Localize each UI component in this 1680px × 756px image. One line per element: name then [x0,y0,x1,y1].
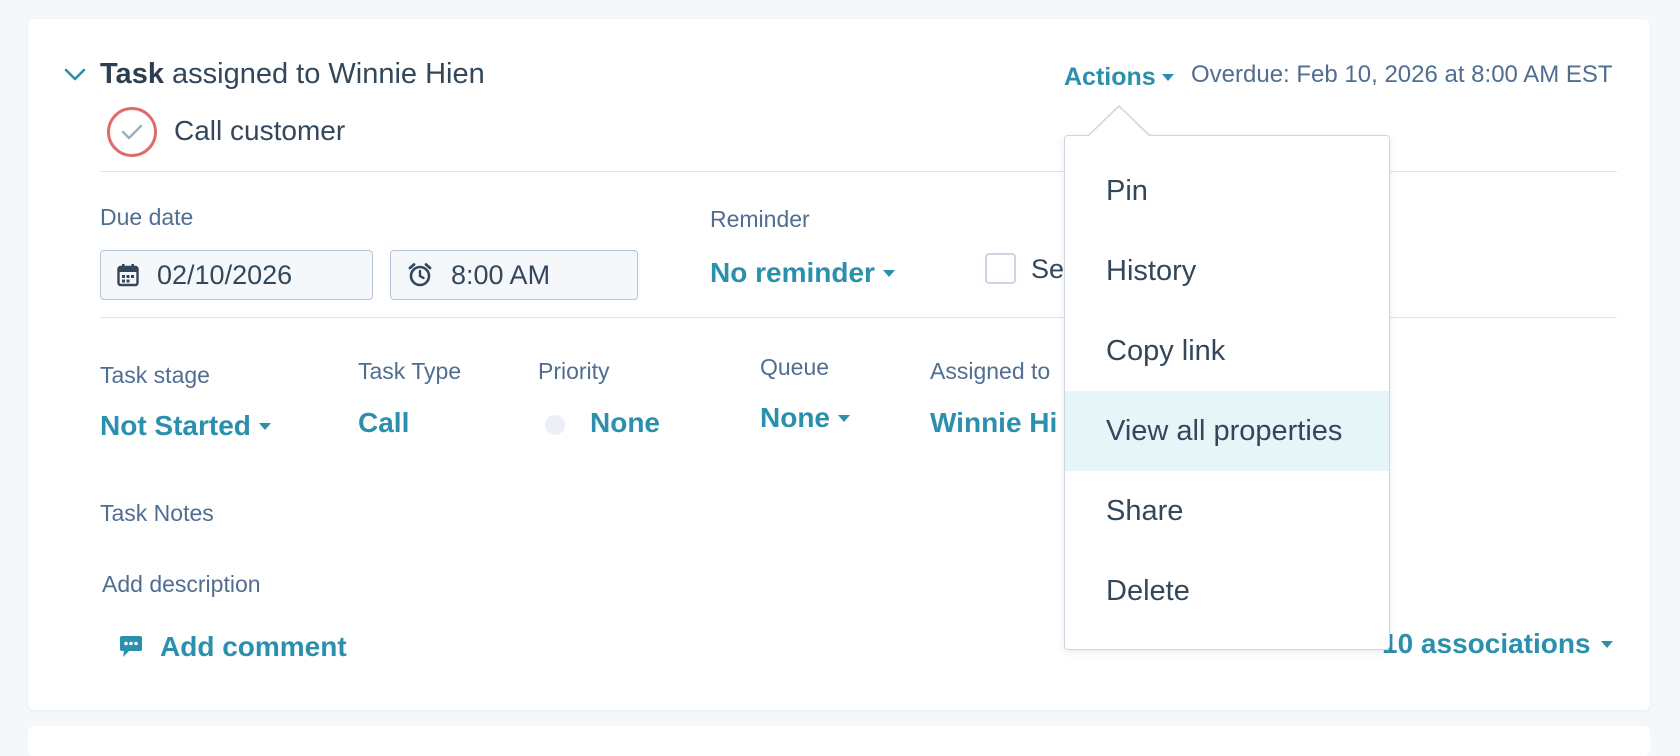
caret-down-icon [882,269,895,277]
task-stage-label: Task stage [100,362,210,388]
menu-pointer [1088,105,1150,137]
menu-item-history[interactable]: History [1065,231,1389,311]
menu-item-view-all-properties[interactable]: View all properties [1065,391,1389,471]
add-description-field[interactable]: Add description [102,571,261,598]
queue-value: None [760,402,830,433]
menu-item-copy-link[interactable]: Copy link [1065,311,1389,391]
associations-dropdown[interactable]: 10 associations [1382,628,1613,660]
task-type-label: Task Type [358,358,462,384]
associations-label: 10 associations [1382,628,1591,659]
task-title: Task assigned to Winnie Hien [100,58,485,91]
reminder-dropdown[interactable]: No reminder [710,257,895,289]
set-checkbox-label: Se [1031,254,1065,284]
actions-menu: Pin History Copy link View all propertie… [1064,135,1390,650]
add-comment-label: Add comment [160,631,347,662]
add-comment-button[interactable]: Add comment [118,631,347,663]
reminder-label: Reminder [710,206,810,232]
priority-value: None [590,407,660,438]
assigned-to-value: Winnie Hi [930,407,1058,438]
assigned-to-label: Assigned to [930,358,1051,384]
overdue-text: Overdue: Feb 10, 2026 at 8:00 AM EST [1191,61,1613,88]
queue-dropdown[interactable]: None [760,402,850,434]
due-date-label: Due date [100,204,194,230]
due-time-input[interactable]: 8:00 AM [390,250,638,300]
task-stage-dropdown[interactable]: Not Started [100,410,271,442]
task-notes-label: Task Notes [100,500,214,526]
caret-down-icon [1161,74,1174,81]
complete-task-toggle[interactable] [107,107,157,157]
caret-down-icon [1600,640,1613,648]
priority-label: Priority [538,358,610,384]
task-type-label: Task [100,58,164,90]
reminder-value: No reminder [710,257,875,288]
task-type-dropdown[interactable]: Call [358,407,409,439]
caret-down-icon [838,414,850,422]
assigned-to-dropdown[interactable]: Winnie Hi [930,407,1057,439]
due-time-value: 8:00 AM [451,259,551,290]
menu-item-pin[interactable]: Pin [1065,151,1389,231]
menu-item-share[interactable]: Share [1065,471,1389,551]
task-name[interactable]: Call customer [174,115,345,147]
priority-dot-icon [545,415,565,435]
task-assigned-text: assigned to Winnie Hien [172,58,485,90]
checkmark-icon [121,124,143,140]
alarm-clock-icon [408,263,432,287]
due-date-input[interactable]: 02/10/2026 [100,250,373,300]
actions-dropdown-button[interactable]: Actions [1064,63,1174,92]
comment-icon [120,636,142,657]
priority-dropdown[interactable]: None [590,407,660,439]
calendar-icon [117,264,139,287]
actions-label: Actions [1064,63,1156,91]
chevron-down-icon[interactable] [64,64,86,86]
task-stage-value: Not Started [100,410,251,441]
queue-label: Queue [760,354,830,380]
next-card [28,726,1650,756]
caret-down-icon [258,422,271,430]
task-type-value: Call [358,407,410,438]
set-checkbox[interactable] [985,253,1016,284]
due-date-value: 02/10/2026 [157,259,293,290]
menu-item-delete[interactable]: Delete [1065,551,1389,631]
